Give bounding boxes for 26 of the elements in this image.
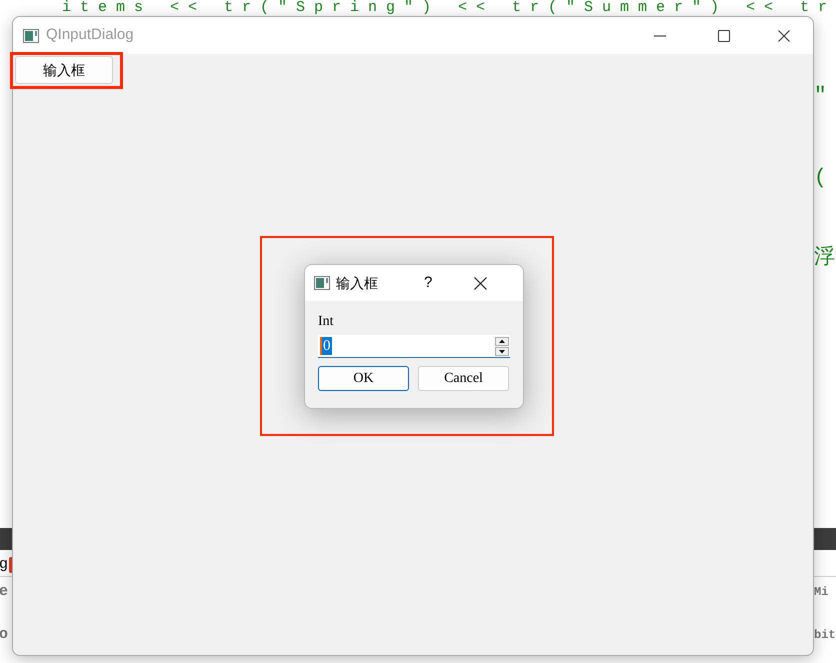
window-title: QInputDialog	[46, 25, 134, 46]
code-line: items << tr("Spring") << tr("Summer") << tr	[62, 0, 836, 16]
spin-box[interactable]: 0	[318, 335, 510, 358]
panel-text: e	[0, 583, 8, 601]
spin-value: 0	[320, 337, 332, 355]
code-fragment: (	[814, 166, 827, 192]
field-label: Int	[318, 314, 335, 330]
dialog-button[interactable]: OK	[318, 366, 409, 391]
dialog-button[interactable]: Cancel	[418, 366, 509, 391]
app-icon	[23, 28, 39, 42]
panel-text: bit	[814, 627, 836, 644]
spin-up-icon[interactable]	[495, 336, 509, 346]
app-icon	[314, 276, 330, 290]
panel-text: g	[0, 556, 8, 574]
close-icon[interactable]	[474, 276, 488, 290]
panel-text: o	[0, 626, 8, 644]
panel-text: Mi	[814, 584, 828, 601]
input-dialog-button[interactable]: 输入框	[15, 56, 113, 84]
minimize-icon[interactable]	[654, 34, 666, 36]
help-button[interactable]: ?	[424, 272, 432, 294]
code-fragment: 浮	[814, 244, 835, 272]
close-icon[interactable]	[778, 30, 790, 42]
maximize-icon[interactable]	[718, 30, 730, 42]
code-fragment: "	[814, 84, 827, 110]
spin-down-icon[interactable]	[495, 346, 509, 356]
dialog-title: 输入框	[336, 274, 378, 292]
